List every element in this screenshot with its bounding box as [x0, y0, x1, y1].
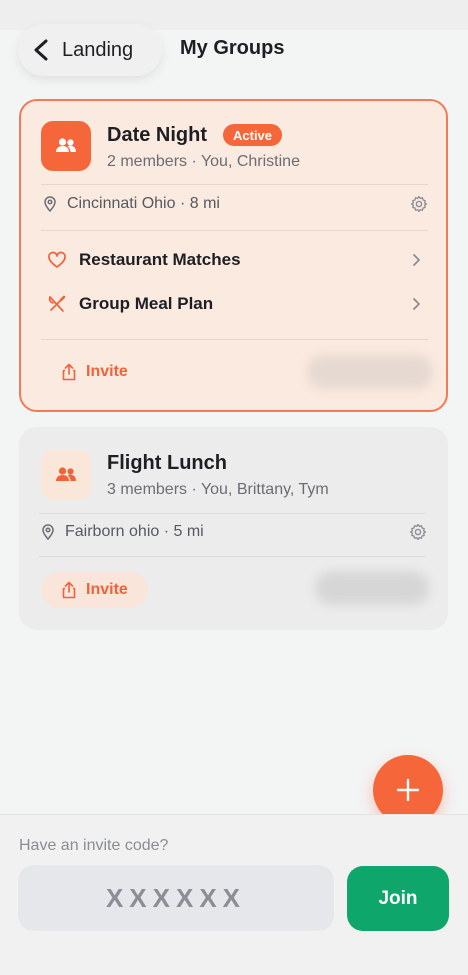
join-button[interactable]: Join: [347, 866, 449, 931]
invite-label: Invite: [86, 581, 128, 598]
join-footer: Have an invite code? Join: [0, 814, 468, 975]
menu-item-label: Group Meal Plan: [79, 294, 214, 313]
menu-item-label: Restaurant Matches: [79, 250, 241, 269]
chevron-left-icon: [34, 39, 48, 61]
menu-item-group-meal-plan[interactable]: Group Meal Plan: [47, 292, 422, 316]
invite-label: Invite: [86, 363, 128, 380]
utensils-icon: [48, 295, 66, 312]
blurred-action: [307, 355, 433, 389]
divider: [39, 513, 426, 514]
invite-button[interactable]: Invite: [41, 354, 148, 390]
location-text: Fairborn ohio · 5 mi: [65, 523, 204, 540]
group-name: Flight Lunch: [107, 452, 227, 474]
people-icon: [56, 138, 76, 152]
invite-code-prompt: Have an invite code?: [19, 837, 169, 854]
group-name: Date Night: [107, 124, 207, 146]
back-label: Landing: [62, 38, 134, 61]
location-pin-icon: [42, 524, 54, 540]
group-avatar: [41, 450, 91, 500]
gear-icon[interactable]: [410, 195, 428, 213]
plus-icon: [396, 778, 420, 802]
menu-item-restaurant-matches[interactable]: Restaurant Matches: [47, 248, 422, 272]
group-members: 2 members · You, Christine: [107, 153, 300, 170]
heart-icon: [48, 251, 66, 268]
blurred-action: [315, 571, 429, 605]
divider: [41, 184, 428, 185]
group-avatar: [41, 121, 91, 171]
divider: [41, 230, 428, 231]
group-members: 3 members · You, Brittany, Tym: [107, 481, 329, 498]
back-button[interactable]: Landing: [18, 24, 162, 76]
header: Landing My Groups: [0, 24, 468, 78]
group-card-date-night[interactable]: Date Night Active 2 members · You, Chris…: [19, 99, 448, 412]
share-icon: [62, 581, 76, 599]
location-text: Cincinnati Ohio · 8 mi: [67, 195, 220, 212]
chevron-right-icon: [413, 254, 420, 266]
group-card-flight-lunch[interactable]: Flight Lunch 3 members · You, Brittany, …: [19, 427, 448, 630]
invite-code-input[interactable]: [18, 865, 334, 931]
invite-button[interactable]: Invite: [41, 572, 148, 608]
gear-icon[interactable]: [409, 523, 427, 541]
status-badge: Active: [223, 124, 283, 146]
divider: [41, 339, 428, 340]
location-row: Fairborn ohio · 5 mi: [41, 521, 204, 543]
location-pin-icon: [44, 196, 56, 212]
divider: [39, 556, 426, 557]
chevron-right-icon: [413, 298, 420, 310]
location-row: Cincinnati Ohio · 8 mi: [43, 193, 220, 215]
people-icon: [56, 467, 76, 481]
page-title: My Groups: [180, 37, 285, 59]
share-icon: [62, 363, 76, 381]
